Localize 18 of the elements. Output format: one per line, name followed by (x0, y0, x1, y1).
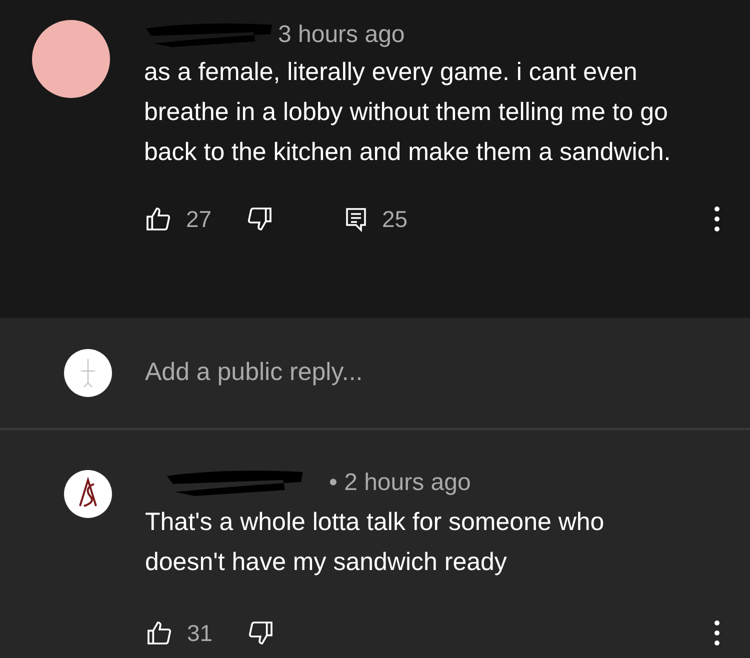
comment-time: 3 hours ago (278, 20, 405, 50)
more-options-icon[interactable] (714, 620, 720, 646)
comment-icon[interactable] (344, 206, 368, 232)
reply-text: That's a whole lotta talk for someone who doesn't have my sandwich ready (145, 507, 606, 578)
avatar[interactable] (32, 20, 110, 98)
reply-input-field[interactable]: Add a public reply... (145, 354, 705, 392)
thumbs-up-icon[interactable] (145, 619, 173, 648)
thumbs-up-icon[interactable] (144, 205, 172, 234)
like-count: 27 (186, 205, 213, 234)
thumbs-down-icon[interactable] (246, 205, 274, 234)
like-count: 31 (187, 619, 214, 648)
avatar (64, 349, 112, 397)
reply-time: • 2 hours ago (329, 468, 471, 498)
avatar[interactable] (64, 470, 112, 518)
reply-count: 25 (382, 205, 408, 234)
thumbs-down-icon[interactable] (247, 619, 275, 648)
more-options-icon[interactable] (714, 206, 720, 232)
comment-text: as a female, literally every game. i cant even breathe in a lobby without them telling me to go back to the kitchen and make them a sandwich. (144, 57, 672, 168)
